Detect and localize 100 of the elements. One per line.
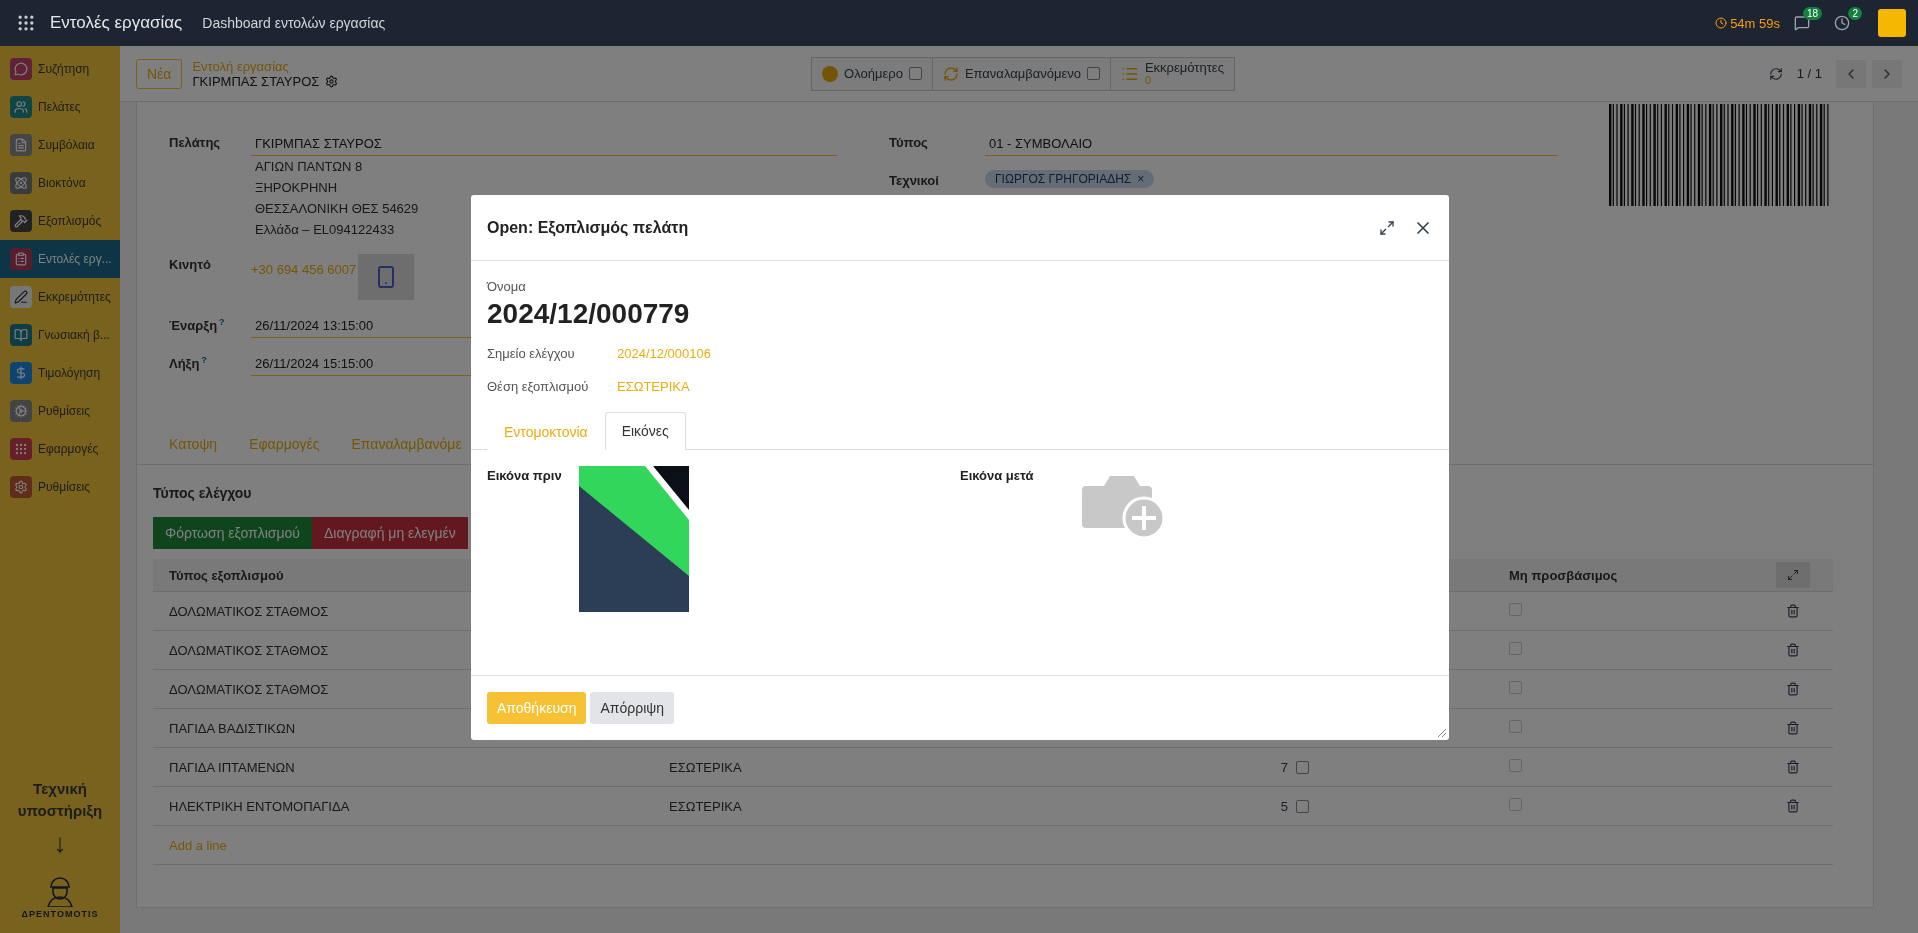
phone-link[interactable]: +30 694 456 6007	[251, 254, 357, 300]
table-cell-text: ΕΣΩΤΕΡΙΚΑ	[669, 798, 743, 814]
form-tab[interactable]: Επαναλαμβανόμε	[335, 426, 478, 464]
checkbox[interactable]	[1509, 720, 1522, 733]
field-label: Κινητό	[169, 256, 212, 274]
delete-icon[interactable]	[1786, 760, 1800, 774]
next-button[interactable]	[1872, 59, 1902, 88]
image-label: Εικόνα μετά	[960, 467, 1035, 485]
sidebar-item[interactable]: Τιμολόγηση	[0, 354, 120, 392]
table-cell-text: ΔΟΛΩΜΑΤΙΚΟΣ ΣΤΑΘΜΟΣ	[169, 642, 330, 658]
logo-text: ΔΡΕΝΤΟΜΟΤΙS	[21, 909, 99, 919]
dot-icon	[822, 65, 839, 82]
section-title: Τύπος ελέγχου	[153, 485, 253, 501]
sidebar-item[interactable]: Γνωσιακή β...	[0, 316, 120, 354]
apps-menu-icon[interactable]	[16, 13, 36, 33]
pager: 1 / 1	[1796, 66, 1822, 81]
app-icon	[10, 248, 32, 270]
new-button[interactable]: Νέα	[136, 58, 183, 89]
table-cell-text: ΔΟΛΩΜΑΤΙΚΟΣ ΣΤΑΘΜΟΣ	[169, 603, 330, 619]
checkbox[interactable]	[1296, 760, 1309, 774]
column-header[interactable]: Μη προσβάσιμος	[1509, 567, 1753, 583]
sidebar-item[interactable]: Εφαρμογές	[0, 430, 120, 468]
delete-icon[interactable]	[1786, 721, 1800, 735]
delete-icon[interactable]	[1786, 643, 1800, 657]
address-line: ΑΓΙΩΝ ΠΑΝΤΩΝ 8	[254, 158, 363, 176]
sidebar-item[interactable]: Πελάτες	[0, 88, 120, 126]
field-label: Σημείο ελέγχου	[487, 346, 576, 361]
timer[interactable]: 54m 59s	[1730, 15, 1780, 31]
messages-icon[interactable]	[1794, 15, 1810, 31]
field-label: Θέση εξοπλισμού	[487, 379, 590, 394]
down-arrow: ↓	[52, 828, 68, 859]
input-field[interactable]: ΓΚΙΡΜΠΑΣ ΣΤΑΥΡΟΣ	[251, 132, 837, 156]
sidebar-item[interactable]: Ρυθμίσεις	[0, 392, 120, 430]
form-tab[interactable]: Εφαρμογές	[233, 426, 336, 464]
activities-icon[interactable]	[1834, 15, 1850, 31]
dialog-tab[interactable]: Εικόνες	[604, 412, 686, 450]
field-label: Τύπος	[889, 134, 929, 152]
table-cell-text: ΠΑΓΙΔΑ ΒΑΔΙΣΤΙΚΩΝ	[169, 720, 297, 736]
checkbox[interactable]	[1509, 603, 1522, 616]
action-button[interactable]: Διαγραφή μη ελεγμέν	[311, 517, 468, 549]
menu-item[interactable]: Dashboard εντολών εργασίας	[202, 15, 386, 31]
message-count-badge: 18	[1802, 7, 1822, 20]
checkbox[interactable]	[1509, 681, 1522, 694]
pending-button[interactable]: Εκκρεμότητες 0	[1109, 56, 1235, 91]
record-name: ΓΚΙΡΜΠΑΣ ΣΤΑΥΡΟΣ	[192, 73, 320, 89]
previous-button[interactable]	[1836, 59, 1866, 88]
checkbox[interactable]	[1509, 798, 1522, 811]
delete-icon[interactable]	[1786, 604, 1800, 618]
refresh-icon[interactable]	[1768, 66, 1783, 81]
dialog-button[interactable]: Απόρριψη	[590, 692, 675, 724]
breadcrumb-link[interactable]: Εντολή εργασίας	[192, 58, 339, 74]
table-cell-text: ΕΣΩΤΕΡΙΚΑ	[669, 759, 743, 775]
app-icon	[10, 134, 32, 156]
checkbox[interactable]	[1509, 759, 1522, 772]
app-icon	[10, 438, 32, 460]
address-line: ΘΕΣΣΑΛΟΝΙΚΗ ΘΕΣ 54629	[254, 200, 419, 218]
table-cell-text: ΠΑΓΙΔΑ ΙΠΤΑΜΕΝΩΝ	[169, 759, 296, 775]
sidebar-item[interactable]: Εξοπλισμός	[0, 202, 120, 240]
app-icon	[10, 362, 32, 384]
app-icon	[10, 400, 32, 422]
action-button[interactable]: Φόρτωση εξοπλισμού	[153, 517, 312, 549]
checkbox[interactable]	[1509, 642, 1522, 655]
field-label: Τεχνικοί	[889, 172, 940, 188]
sidebar-item[interactable]: Εντολές εργ...	[0, 240, 120, 278]
field-label: Έναρξη$^{?}$	[169, 316, 226, 336]
support-text: Τεχνική υποστήριξη	[16, 779, 104, 821]
sidebar-item[interactable]: Συζήτηση	[0, 50, 120, 88]
table-cell: 5	[1280, 798, 1288, 814]
toggle-button[interactable]: Επαναλαμβανόμενο	[931, 56, 1111, 91]
toggle-button[interactable]: Ολοήμερο	[811, 56, 933, 91]
app-title: Εντολές εργασίας	[50, 13, 183, 33]
checkbox[interactable]	[1296, 799, 1309, 813]
sms-icon[interactable]	[358, 254, 415, 300]
checkbox[interactable]	[1086, 67, 1100, 80]
sidebar-item[interactable]: Εκκρεμότητες	[0, 278, 120, 316]
address-line: Ελλάδα – EL094122433	[254, 221, 395, 239]
add-line-link[interactable]: Add a line	[169, 837, 669, 853]
repeat-icon	[942, 65, 959, 82]
settings-icon[interactable]	[325, 74, 339, 88]
field-label: Λήξη$^{?}$	[169, 354, 208, 374]
sidebar-item[interactable]: Συμβόλαια	[0, 126, 120, 164]
field-label: Όνομα	[487, 279, 527, 294]
input-field[interactable]: 01 - ΣΥΜΒΟΛΑΙΟ	[985, 132, 1558, 156]
address-line: ΞΗΡΟΚΡΗΝΗ	[254, 179, 338, 197]
technician-tag[interactable]: ΓΙΩΡΓΟΣ ΓΡΗΓΟΡΙΑΔΗΣ ×	[985, 170, 1155, 188]
delete-icon[interactable]	[1786, 799, 1800, 813]
sidebar-item[interactable]: Βιοκτόνα	[0, 164, 120, 202]
delete-icon[interactable]	[1786, 682, 1800, 696]
dialog-button[interactable]: Αποθήκευση	[487, 692, 587, 724]
field-label: Πελάτης	[169, 134, 222, 152]
form-tab[interactable]: Κατοψη	[153, 426, 234, 464]
expand-icon[interactable]	[1379, 219, 1395, 236]
sidebar-item[interactable]: Ρυθμίσεις	[0, 468, 120, 506]
table-cell-text: ΗΛΕΚΤΡΙΚΗ ΕΝΤΟΜΟΠΑΓΙΔΑ	[169, 798, 351, 814]
resize-handle-icon[interactable]	[1437, 728, 1447, 738]
app-icon	[10, 286, 32, 308]
checkbox[interactable]	[908, 67, 922, 80]
field-link[interactable]: ΕΣΩΤΕΡΙΚΑ	[617, 379, 690, 394]
app-icon	[10, 324, 32, 346]
field-link[interactable]: 2024/12/000106	[617, 346, 711, 361]
